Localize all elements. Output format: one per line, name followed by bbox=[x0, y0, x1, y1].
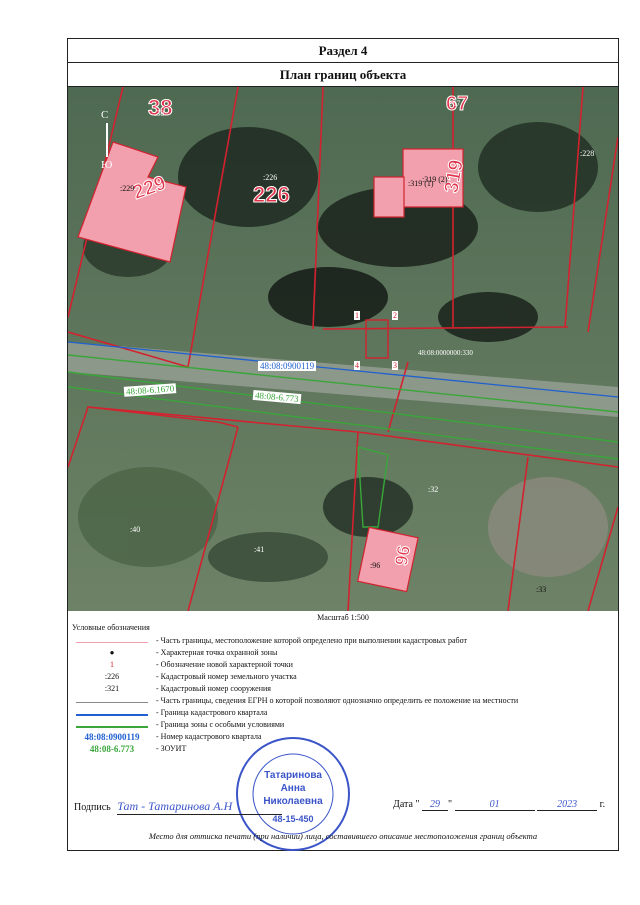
parcel-label: :40 bbox=[130, 525, 141, 534]
legend-symbol-dot: ● bbox=[109, 648, 115, 657]
document-frame: Раздел 4 План границ объекта 38:38 229 … bbox=[67, 38, 619, 851]
page-title: План границ объекта bbox=[68, 63, 618, 87]
parcel-label: :41 bbox=[254, 545, 265, 554]
date-month: 01 bbox=[454, 799, 535, 811]
south-label: Ю bbox=[101, 159, 113, 171]
date-year-suffix: г. bbox=[599, 799, 606, 810]
building-319-2 bbox=[373, 176, 405, 218]
legend-item: - Часть границы, сведения ЕГРН о которой… bbox=[72, 696, 612, 708]
quarter-label: 48:08:0900119 bbox=[258, 361, 317, 371]
signature-handwriting: Тат - Татаринова А.Н bbox=[117, 799, 283, 815]
legend-symbol-gray-line bbox=[72, 696, 152, 708]
parcel-number-small: :96 bbox=[370, 561, 381, 570]
parcel-number-small: :229 bbox=[120, 184, 135, 193]
parcel-label: :32 bbox=[428, 485, 439, 494]
point-number: 4 bbox=[354, 361, 360, 370]
signature-block: Подпись Тат - Татаринова А.Н bbox=[74, 799, 283, 815]
parcel-label: :228 bbox=[580, 149, 595, 158]
legend-item: ● - Характерная точка охранной зоны bbox=[72, 648, 612, 660]
signature-label: Подпись bbox=[74, 802, 111, 813]
north-label: С bbox=[101, 109, 109, 121]
date-year: 2023 bbox=[537, 799, 598, 811]
map-scale: Масштаб 1:500 bbox=[317, 613, 369, 622]
legend-symbol-quarter: 48:08:0900119 bbox=[84, 732, 140, 742]
date-day: 29 bbox=[422, 799, 449, 811]
section-heading: Раздел 4 bbox=[68, 39, 618, 63]
north-arrow-icon bbox=[106, 123, 108, 157]
parcel-label: :319 (2) bbox=[422, 175, 448, 184]
legend-item: :321 - Кадастровый номер сооружения bbox=[72, 684, 612, 696]
footer-note: Место для оттиска печати (при наличии) л… bbox=[148, 831, 538, 841]
parcel-number-big: 226 bbox=[253, 182, 291, 208]
legend-title: Условные обозначения bbox=[72, 623, 150, 632]
legend-symbol-point: 1 bbox=[110, 660, 114, 669]
legend-symbol-zone: 48:08-6.773 bbox=[89, 744, 135, 754]
date-label: Дата " bbox=[393, 799, 420, 810]
legend-symbol-thin-red-line bbox=[72, 636, 152, 648]
parcel-number-small: :67 bbox=[450, 99, 461, 108]
legend-item: - Часть границы, местоположение которой … bbox=[72, 636, 612, 648]
parcel-number-small: :226 bbox=[263, 173, 278, 182]
legend-symbol-structure: :321 bbox=[104, 684, 120, 693]
legend-item: - Граница кадастрового квартала bbox=[72, 708, 612, 720]
date-block: Дата " 29 " 01 2023 г. bbox=[393, 799, 606, 811]
point-number: 2 bbox=[392, 311, 398, 320]
legend-symbol-blue-line bbox=[72, 708, 152, 720]
legend-item: 1 - Обозначение новой характерной точки bbox=[72, 660, 612, 672]
parcel-label: :33 bbox=[536, 585, 547, 594]
point-number: 3 bbox=[392, 361, 398, 370]
cadastral-map: 38 :38 229 :229 226 :226 67 :67 319 :319… bbox=[68, 87, 618, 611]
legend-item: - Граница зоны с особыми условиями bbox=[72, 720, 612, 732]
legend-item: :226 - Кадастровый номер земельного учас… bbox=[72, 672, 612, 684]
parcel-number-big: 96 bbox=[390, 543, 415, 568]
legend-symbol-green-line bbox=[72, 720, 152, 732]
legend-symbol-parcel: :226 bbox=[104, 672, 120, 681]
edge-parcel-label: 48:08:0000000:330 bbox=[418, 349, 473, 357]
parcel-number-small: :38 bbox=[154, 109, 165, 118]
point-number: 1 bbox=[354, 311, 360, 320]
